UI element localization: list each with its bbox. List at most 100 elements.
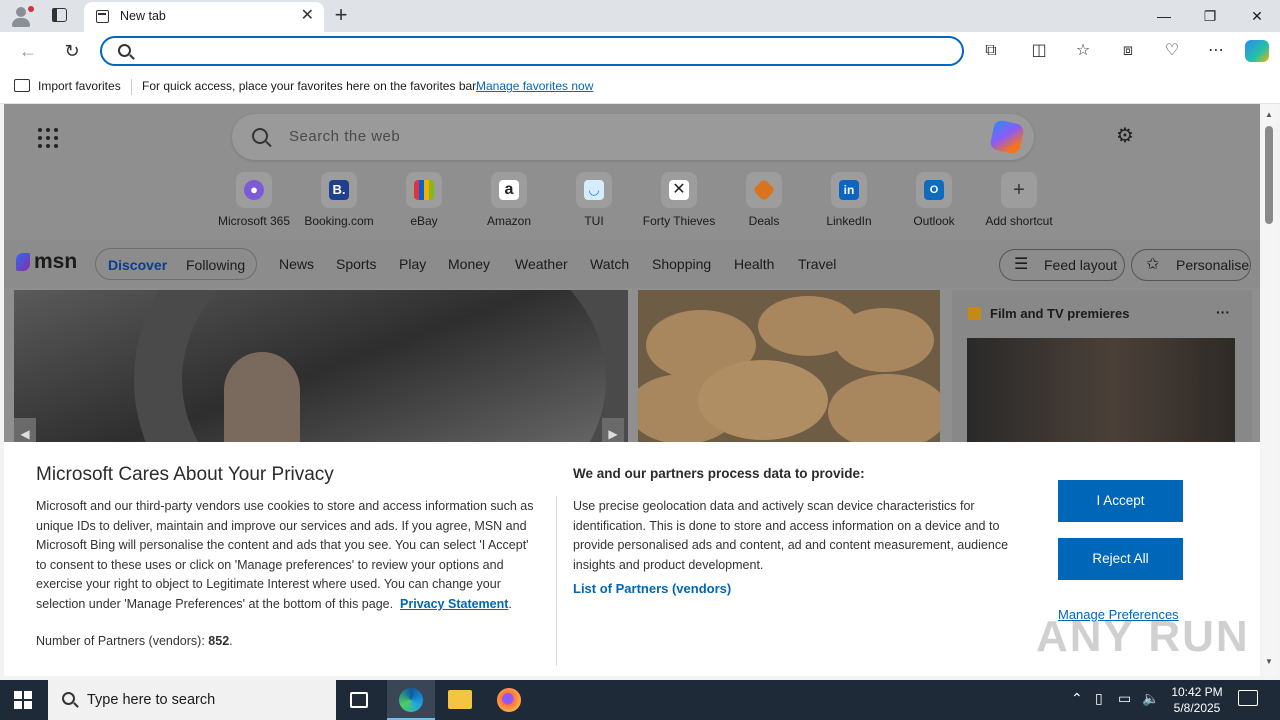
profile-icon[interactable]: [8, 4, 34, 28]
personalise-button[interactable]: ✩ Personalise: [1131, 249, 1251, 281]
settings-gear-icon[interactable]: ⚙: [1116, 126, 1136, 146]
page-scrollbar[interactable]: ▲ ▼: [1262, 104, 1276, 676]
search-icon: [252, 128, 268, 144]
show-hidden-icons-icon[interactable]: ⌃: [1071, 690, 1083, 707]
volume-icon[interactable]: 🔈: [1142, 690, 1159, 707]
process-body: Use precise geolocation data and activel…: [573, 499, 1009, 572]
nav-health[interactable]: Health: [734, 256, 774, 272]
reject-all-button[interactable]: Reject All: [1058, 538, 1183, 580]
taskbar-firefox[interactable]: [485, 680, 533, 720]
tab-new-tab[interactable]: New tab ✕: [84, 2, 324, 32]
tab-title: New tab: [120, 9, 166, 23]
linkedin-icon: in: [839, 180, 859, 200]
shortcut-booking[interactable]: B. Booking.com: [294, 172, 380, 232]
nav-play[interactable]: Play: [399, 256, 426, 272]
minimize-button[interactable]: —: [1141, 0, 1187, 32]
import-favorites-icon[interactable]: [14, 79, 30, 92]
shortcut-add[interactable]: + Add shortcut: [974, 172, 1060, 232]
film-premieres-card[interactable]: Film and TV premieres ···: [952, 290, 1252, 450]
privacy-body: Microsoft and our third-party vendors us…: [36, 499, 534, 611]
edge-icon: [399, 688, 423, 712]
shortcut-linkedin[interactable]: in LinkedIn: [804, 172, 890, 232]
nav-weather[interactable]: Weather: [515, 256, 568, 272]
extensions-icon[interactable]: ⧉: [979, 40, 1003, 62]
cookies-news-card[interactable]: [638, 290, 940, 450]
star-icon: ✩: [1146, 256, 1160, 273]
task-view-button[interactable]: [336, 680, 384, 720]
browser-essentials-icon[interactable]: ♡: [1160, 40, 1184, 62]
collections-icon[interactable]: ⧈: [1116, 40, 1140, 62]
copilot-icon[interactable]: [1245, 40, 1269, 62]
taskbar-file-explorer[interactable]: [436, 680, 484, 720]
manage-favorites-link[interactable]: Manage favorites now: [476, 79, 593, 93]
device-icon[interactable]: ▯: [1095, 690, 1103, 707]
taskbar-search-box[interactable]: Type here to search: [48, 680, 336, 720]
shortcut-outlook[interactable]: O Outlook: [889, 172, 975, 232]
process-heading: We and our partners process data to prov…: [573, 466, 865, 481]
import-favorites-button[interactable]: Import favorites: [38, 79, 121, 93]
title-bar: New tab ✕ + — ❐ ✕: [0, 0, 1280, 32]
nav-news[interactable]: News: [279, 256, 314, 272]
msn-feed-header: msn Discover Following News Sports Play …: [4, 240, 1260, 288]
outlook-icon: O: [924, 180, 944, 200]
msn-logo[interactable]: msn: [16, 250, 77, 274]
film-card-image: [967, 338, 1235, 450]
scroll-down-icon[interactable]: ▼: [1265, 657, 1273, 666]
copilot-icon[interactable]: [989, 119, 1025, 155]
hero-news-card[interactable]: ◀ ▶: [14, 290, 628, 450]
notifications-icon[interactable]: [1238, 690, 1258, 706]
web-search-box[interactable]: Search the web: [232, 114, 1034, 160]
split-screen-icon[interactable]: ◫: [1027, 40, 1051, 62]
windows-start-icon[interactable]: [14, 691, 32, 709]
shortcut-ebay[interactable]: eBay: [379, 172, 465, 232]
favorites-hint: For quick access, place your favorites h…: [142, 79, 479, 93]
close-tab-icon[interactable]: ✕: [301, 8, 314, 24]
privacy-statement-link[interactable]: Privacy Statement: [400, 597, 508, 611]
shortcut-amazon[interactable]: a Amazon: [464, 172, 550, 232]
shortcut-forty-thieves[interactable]: ✕ Forty Thieves: [634, 172, 720, 232]
restore-button[interactable]: ❐: [1187, 0, 1233, 32]
scroll-up-icon[interactable]: ▲: [1265, 110, 1273, 119]
system-clock[interactable]: 10:42 PM 5/8/2025: [1168, 684, 1226, 716]
nav-money[interactable]: Money: [448, 256, 490, 272]
tab-discover[interactable]: Discover: [108, 257, 167, 273]
shortcut-deals[interactable]: Deals: [719, 172, 805, 232]
tui-icon: ◡: [584, 180, 604, 200]
web-search-placeholder: Search the web: [289, 128, 401, 145]
quick-links: ● Microsoft 365 B. Booking.com eBay a Am…: [209, 172, 1069, 232]
booking-icon: B.: [329, 180, 349, 200]
address-bar[interactable]: [100, 36, 964, 66]
tab-following[interactable]: Following: [186, 257, 245, 273]
privacy-heading: Microsoft Cares About Your Privacy: [36, 464, 334, 485]
shortcut-microsoft-365[interactable]: ● Microsoft 365: [209, 172, 295, 232]
scroll-thumb[interactable]: [1265, 126, 1273, 224]
app-launcher-icon[interactable]: [38, 128, 58, 148]
more-options-icon[interactable]: ⋯: [1204, 40, 1228, 62]
nav-sports[interactable]: Sports: [336, 256, 376, 272]
taskbar-edge[interactable]: [387, 680, 435, 720]
back-button[interactable]: ←: [16, 39, 40, 63]
forty-thieves-icon: ✕: [669, 180, 689, 200]
deals-icon: [752, 178, 776, 202]
feed-layout-button[interactable]: ☰ Feed layout: [999, 249, 1125, 281]
search-icon: [118, 44, 131, 57]
favorites-icon[interactable]: ☆: [1071, 40, 1095, 62]
list-of-partners-link[interactable]: List of Partners (vendors): [573, 581, 731, 596]
privacy-divider: [556, 496, 557, 666]
firefox-icon: [497, 688, 521, 712]
nav-shopping[interactable]: Shopping: [652, 256, 711, 272]
new-tab-button[interactable]: +: [330, 4, 352, 26]
accept-button[interactable]: I Accept: [1058, 480, 1183, 522]
nav-travel[interactable]: Travel: [798, 256, 836, 272]
refresh-button[interactable]: ↻: [60, 39, 84, 63]
nav-watch[interactable]: Watch: [590, 256, 629, 272]
network-icon[interactable]: ▭: [1118, 690, 1131, 707]
partners-count: Number of Partners (vendors): 852.: [36, 634, 233, 648]
msn-butterfly-icon: [16, 253, 30, 271]
tab-actions-icon[interactable]: [50, 7, 70, 25]
taskbar-search-placeholder: Type here to search: [87, 692, 216, 708]
hero-image-person: [224, 352, 300, 450]
more-options-icon[interactable]: ···: [1216, 304, 1230, 320]
shortcut-tui[interactable]: ◡ TUI: [549, 172, 635, 232]
close-window-button[interactable]: ✕: [1234, 0, 1280, 32]
